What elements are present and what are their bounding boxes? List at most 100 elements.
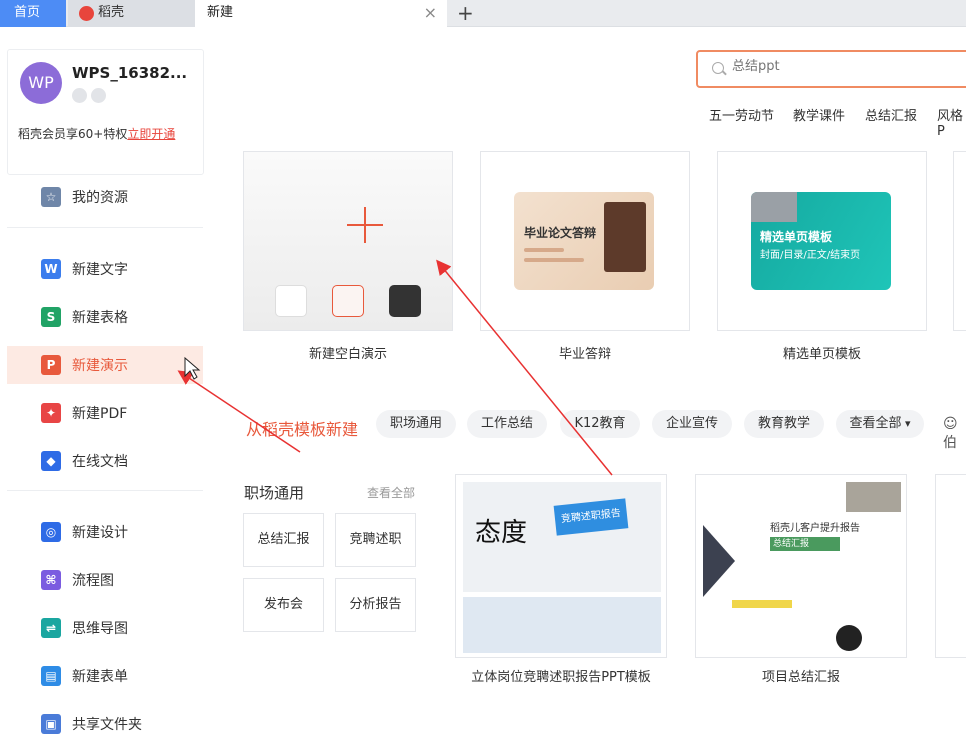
nav-label: 共享文件夹: [72, 717, 142, 733]
template-photo: [846, 482, 901, 512]
level-badge-icon: [91, 88, 106, 103]
single-page-template-card[interactable]: 精选单页模板 封面/目录/正文/结束页: [717, 151, 927, 331]
graduation-thumb-title: 毕业论文答辩: [524, 226, 597, 240]
daoke-logo-icon: [79, 6, 94, 21]
nav-label: 思维导图: [72, 621, 128, 637]
template-caption: 项目总结汇报: [761, 670, 840, 685]
nav-my-resources[interactable]: ☆ 我的资源: [7, 178, 203, 216]
nav-new-pdf[interactable]: ✦ 新建PDF: [7, 394, 203, 432]
user-card: WP WPS_16382... 稻壳会员享60+特权立即开通: [7, 49, 204, 175]
member-promo: 稻壳会员享60+特权立即开通: [18, 125, 175, 142]
nav-new-document[interactable]: W 新建文字: [7, 250, 203, 288]
flowchart-icon: ⌘: [41, 570, 61, 590]
sidebar-divider: [7, 227, 203, 228]
hot-search-4[interactable]: 风格P: [937, 105, 966, 139]
hot-search-1[interactable]: 五一劳动节: [709, 105, 774, 124]
sidebar-divider: [7, 490, 203, 491]
nav-shared-folder[interactable]: ▣ 共享文件夹: [7, 705, 203, 743]
template-bar: [732, 600, 792, 608]
nav-flowchart[interactable]: ⌘ 流程图: [7, 561, 203, 599]
member-open-link[interactable]: 立即开通: [127, 127, 175, 141]
nav-new-design[interactable]: ◎ 新建设计: [7, 513, 203, 551]
nav-label: 新建表格: [72, 310, 128, 326]
nav-new-presentation[interactable]: P 新建演示: [7, 346, 203, 384]
template-circle: [836, 625, 862, 651]
light-theme-swatch[interactable]: [332, 285, 364, 317]
tab-bar: 首页 稻壳 新建 × +: [0, 0, 966, 27]
nav-label: 流程图: [72, 573, 114, 589]
avatar[interactable]: WP: [20, 62, 62, 104]
graduation-card-caption: 毕业答辩: [558, 347, 611, 362]
template-triangle-shape: [703, 525, 735, 597]
smile-icon[interactable]: ☺ 伯: [943, 416, 966, 452]
new-blank-presentation-card[interactable]: [243, 151, 453, 331]
single-page-thumb-sub: 封面/目录/正文/结束页: [760, 250, 861, 261]
nav-mindmap[interactable]: ⇌ 思维导图: [7, 609, 203, 647]
add-tab-icon[interactable]: +: [457, 1, 474, 25]
nav-label: 新建设计: [72, 525, 128, 541]
books-image: [604, 202, 646, 272]
template-card[interactable]: 稻壳儿客户提升报告 总结汇报: [695, 474, 907, 658]
pdf-icon: ✦: [41, 403, 61, 423]
mindmap-icon: ⇌: [41, 618, 61, 638]
chip-workplace[interactable]: 职场通用: [376, 410, 456, 438]
single-page-thumbnail: 精选单页模板 封面/目录/正文/结束页: [751, 192, 891, 290]
category-button[interactable]: 竞聘述职: [335, 513, 416, 567]
chip-enterprise[interactable]: 企业宣传: [652, 410, 732, 438]
nav-label: 新建演示: [72, 358, 128, 374]
vip-badge-icon: [72, 88, 87, 103]
user-name[interactable]: WPS_16382...: [72, 64, 187, 82]
template-card[interactable]: 态度 竞聘述职报告: [455, 474, 667, 658]
category-view-all[interactable]: 查看全部: [367, 484, 415, 501]
template-thumbnail: 态度 竞聘述职报告: [463, 482, 661, 592]
nav-new-form[interactable]: ▤ 新建表单: [7, 657, 203, 695]
cube-icon: ◆: [41, 451, 61, 471]
more-card-peek[interactable]: [953, 151, 966, 331]
template-thumbnail-strip: [463, 597, 661, 653]
nav-label: 新建表单: [72, 669, 128, 685]
close-icon[interactable]: ×: [424, 0, 437, 26]
template-card-peek[interactable]: [935, 474, 966, 658]
chip-view-all[interactable]: 查看全部: [836, 410, 924, 438]
search-input[interactable]: [732, 59, 932, 74]
p-icon: P: [41, 355, 61, 375]
template-line2: 总结汇报: [770, 537, 840, 551]
dark-theme-swatch[interactable]: [389, 285, 421, 317]
chip-k12[interactable]: K12教育: [560, 410, 640, 438]
s-icon: S: [41, 307, 61, 327]
tab-new[interactable]: 新建 ×: [195, 0, 447, 27]
nav-label: 新建PDF: [72, 406, 128, 422]
category-button[interactable]: 分析报告: [335, 578, 416, 632]
template-caption: 立体岗位竞聘述职报告PPT模板: [471, 670, 651, 685]
search-box[interactable]: [696, 50, 966, 88]
nav-new-spreadsheet[interactable]: S 新建表格: [7, 298, 203, 336]
tab-home[interactable]: 首页: [0, 0, 66, 27]
category-button[interactable]: 总结汇报: [243, 513, 324, 567]
member-text: 稻壳会员享60+特权: [18, 127, 128, 141]
chip-education[interactable]: 教育教学: [744, 410, 824, 438]
nav-label: 新建文字: [72, 262, 128, 278]
template-banner: 竞聘述职报告: [553, 498, 629, 536]
thumb-line: [524, 258, 584, 262]
plus-icon: [347, 207, 383, 243]
sidebar: WP WPS_16382... 稻壳会员享60+特权立即开通 ☆ 我的资源 W 新建文…: [0, 27, 214, 734]
chip-work-summary[interactable]: 工作总结: [467, 410, 547, 438]
photo-image: [751, 192, 797, 222]
search-icon: [712, 62, 724, 74]
hot-search-2[interactable]: 教学课件: [793, 105, 845, 124]
tab-new-label: 新建: [207, 5, 234, 20]
nav-online-docs[interactable]: ◆ 在线文档: [7, 442, 203, 480]
category-button[interactable]: 发布会: [243, 578, 324, 632]
folder-icon: ▣: [41, 714, 61, 734]
tab-daoke-label: 稻壳: [98, 5, 125, 20]
graduation-defense-card[interactable]: 毕业论文答辩: [480, 151, 690, 331]
hot-search-3[interactable]: 总结汇报: [865, 105, 917, 124]
thumb-line: [524, 248, 564, 252]
form-icon: ▤: [41, 666, 61, 686]
template-line1: 稻壳儿客户提升报告: [770, 523, 860, 534]
white-theme-swatch[interactable]: [275, 285, 307, 317]
template-big-char: 态度: [475, 518, 528, 548]
design-icon: ◎: [41, 522, 61, 542]
star-icon: ☆: [41, 187, 61, 207]
tab-daoke[interactable]: 稻壳: [68, 0, 195, 27]
